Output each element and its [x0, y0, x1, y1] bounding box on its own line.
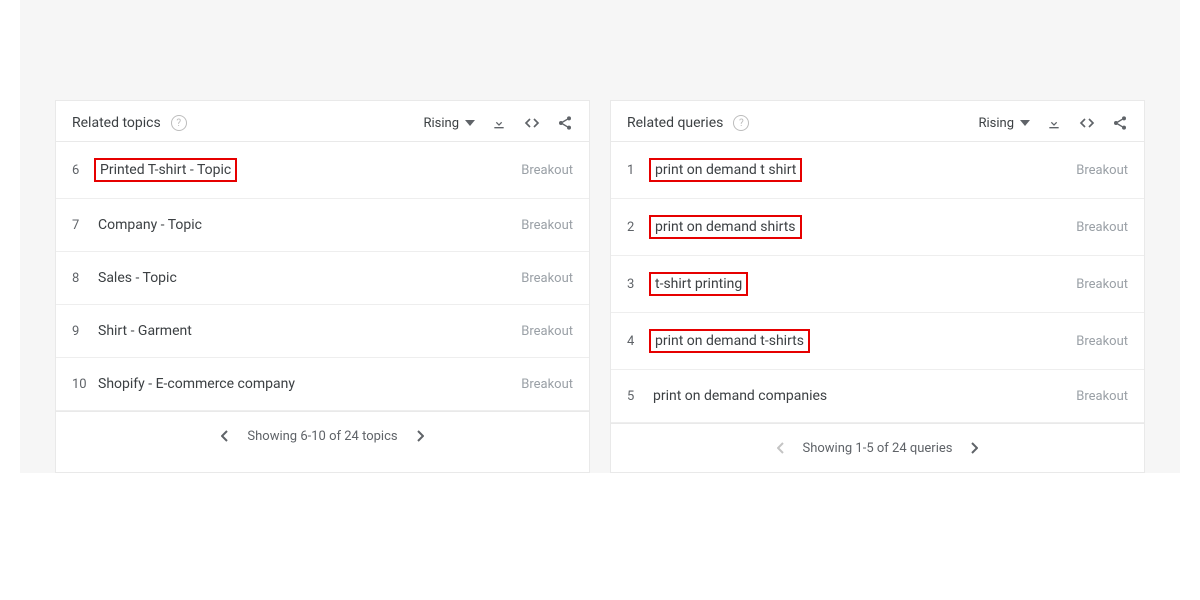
help-icon[interactable]: ?: [171, 115, 187, 131]
table-row[interactable]: 1 print on demand t shirt Breakout: [611, 142, 1144, 199]
row-value: Breakout: [521, 163, 573, 178]
row-number: 8: [72, 271, 94, 286]
table-row[interactable]: 3 t-shirt printing Breakout: [611, 256, 1144, 313]
table-row[interactable]: 5 print on demand companies Breakout: [611, 370, 1144, 423]
row-value: Breakout: [521, 324, 573, 339]
header-left: Related queries ?: [627, 115, 749, 131]
table-row[interactable]: 9 Shirt - Garment Breakout: [56, 305, 589, 358]
table-row[interactable]: 4 print on demand t-shirts Breakout: [611, 313, 1144, 370]
help-icon[interactable]: ?: [733, 115, 749, 131]
row-value: Breakout: [521, 271, 573, 286]
table-row[interactable]: 6 Printed T-shirt - Topic Breakout: [56, 142, 589, 199]
embed-icon[interactable]: [523, 115, 541, 131]
card-title: Related queries: [627, 115, 723, 131]
row-number: 6: [72, 163, 94, 178]
download-icon[interactable]: [1046, 115, 1062, 131]
row-label: Shopify - E-commerce company: [94, 374, 521, 394]
row-number: 9: [72, 324, 94, 339]
chevron-right-icon: [416, 430, 424, 442]
sort-dropdown[interactable]: Rising: [423, 116, 475, 131]
chevron-right-icon: [970, 442, 978, 454]
card-title: Related topics: [72, 115, 161, 131]
chevron-left-icon: [221, 430, 229, 442]
share-icon[interactable]: [1112, 115, 1128, 131]
row-label: t-shirt printing: [649, 272, 748, 296]
table-row[interactable]: 7 Company - Topic Breakout: [56, 199, 589, 252]
sort-dropdown[interactable]: Rising: [978, 116, 1030, 131]
related-queries-card: Related queries ? Rising: [610, 100, 1145, 473]
table-row[interactable]: 2 print on demand shirts Breakout: [611, 199, 1144, 256]
header-right: Rising: [423, 115, 573, 131]
row-number: 5: [627, 389, 649, 404]
pagination-label: Showing 6-10 of 24 topics: [247, 429, 397, 444]
row-label: Shirt - Garment: [94, 321, 521, 341]
card-footer: Showing 1-5 of 24 queries: [611, 423, 1144, 472]
row-number: 4: [627, 334, 649, 349]
row-number: 2: [627, 220, 649, 235]
card-footer: Showing 6-10 of 24 topics: [56, 411, 589, 460]
prev-page-button[interactable]: [217, 426, 233, 446]
row-number: 1: [627, 163, 649, 178]
pagination-label: Showing 1-5 of 24 queries: [803, 441, 953, 456]
row-value: Breakout: [1076, 277, 1128, 292]
related-topics-card: Related topics ? Rising: [55, 100, 590, 473]
row-number: 7: [72, 218, 94, 233]
row-number: 10: [72, 377, 94, 392]
row-value: Breakout: [521, 218, 573, 233]
next-page-button[interactable]: [412, 426, 428, 446]
card-header: Related topics ? Rising: [56, 101, 589, 142]
header-left: Related topics ?: [72, 115, 187, 131]
row-value: Breakout: [1076, 334, 1128, 349]
row-label: print on demand companies: [649, 386, 1076, 406]
chevron-left-icon: [777, 442, 785, 454]
row-label: Printed T-shirt - Topic: [94, 158, 237, 182]
table-row[interactable]: 8 Sales - Topic Breakout: [56, 252, 589, 305]
row-value: Breakout: [1076, 163, 1128, 178]
row-value: Breakout: [1076, 220, 1128, 235]
row-number: 3: [627, 277, 649, 292]
row-label: Sales - Topic: [94, 268, 521, 288]
row-label: print on demand t-shirts: [649, 329, 810, 353]
download-icon[interactable]: [491, 115, 507, 131]
card-header: Related queries ? Rising: [611, 101, 1144, 142]
dropdown-label: Rising: [978, 116, 1014, 131]
row-value: Breakout: [521, 377, 573, 392]
dropdown-label: Rising: [423, 116, 459, 131]
header-right: Rising: [978, 115, 1128, 131]
row-label: print on demand shirts: [649, 215, 802, 239]
embed-icon[interactable]: [1078, 115, 1096, 131]
prev-page-button: [773, 438, 789, 458]
next-page-button[interactable]: [966, 438, 982, 458]
table-row[interactable]: 10 Shopify - E-commerce company Breakout: [56, 358, 589, 411]
chevron-down-icon: [465, 120, 475, 126]
row-label: print on demand t shirt: [649, 158, 802, 182]
share-icon[interactable]: [557, 115, 573, 131]
cards-container: Related topics ? Rising: [20, 0, 1180, 473]
chevron-down-icon: [1020, 120, 1030, 126]
row-label: Company - Topic: [94, 215, 521, 235]
row-value: Breakout: [1076, 389, 1128, 404]
